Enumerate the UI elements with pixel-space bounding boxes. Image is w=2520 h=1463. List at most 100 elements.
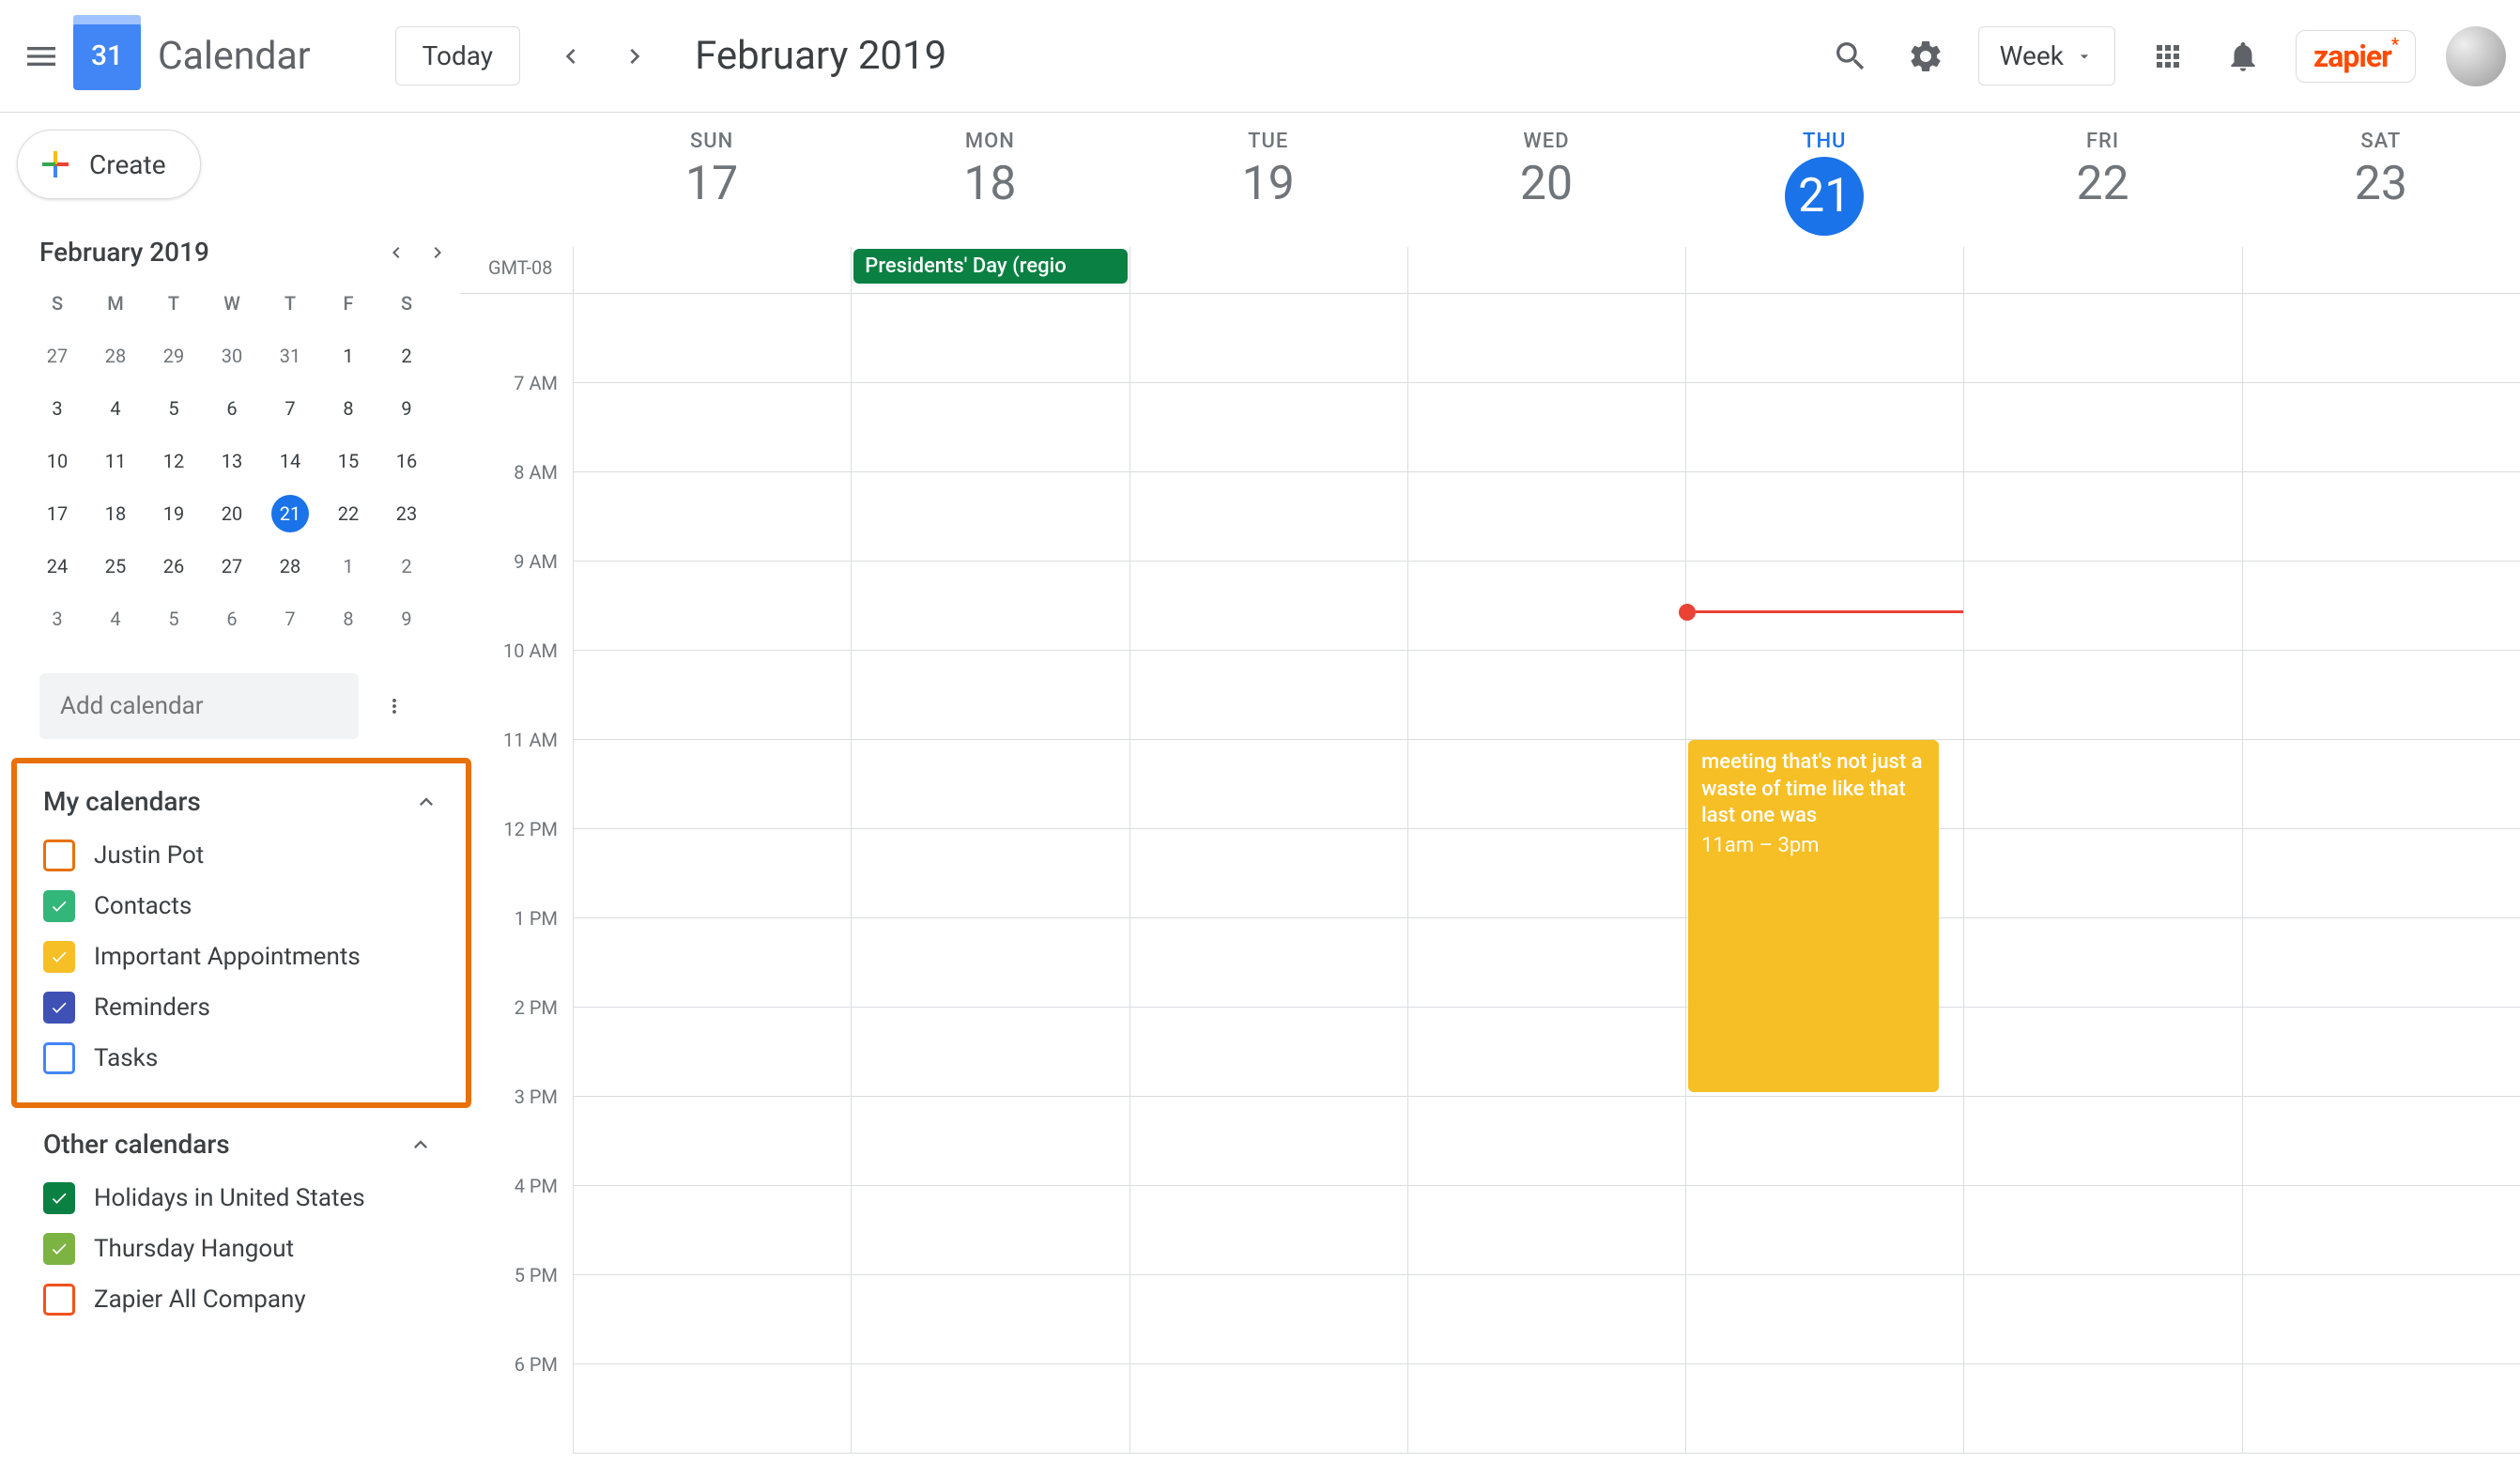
- mini-day[interactable]: 19: [145, 487, 203, 540]
- mini-day[interactable]: 12: [145, 435, 203, 487]
- calendar-item[interactable]: Important Appointments: [17, 932, 466, 982]
- settings-gear-icon[interactable]: [1903, 34, 1948, 79]
- zapier-logo[interactable]: zapier*: [2296, 30, 2416, 83]
- main-menu-icon[interactable]: [19, 34, 64, 79]
- allday-cell[interactable]: [1685, 247, 1963, 293]
- mini-day[interactable]: 16: [377, 435, 436, 487]
- calendar-checkbox[interactable]: [43, 1182, 75, 1214]
- allday-cell[interactable]: [1407, 247, 1685, 293]
- mini-day[interactable]: 9: [377, 593, 436, 645]
- calendar-checkbox[interactable]: [43, 941, 75, 973]
- mini-day[interactable]: 8: [319, 382, 377, 435]
- view-selector[interactable]: Week: [1978, 26, 2115, 85]
- mini-day[interactable]: 17: [28, 487, 86, 540]
- day-header[interactable]: FRI22: [1963, 113, 2241, 247]
- allday-cell[interactable]: [1129, 247, 1407, 293]
- mini-day[interactable]: 25: [86, 540, 145, 593]
- day-column[interactable]: [1129, 294, 1407, 1454]
- notifications-bell-icon[interactable]: [2220, 34, 2266, 79]
- calendar-item[interactable]: Contacts: [17, 881, 466, 932]
- day-header[interactable]: WED20: [1407, 113, 1685, 247]
- calendar-checkbox[interactable]: [43, 1233, 75, 1265]
- mini-day[interactable]: 28: [261, 540, 319, 593]
- mini-day[interactable]: 13: [203, 435, 261, 487]
- account-avatar[interactable]: [2446, 26, 2506, 86]
- allday-cell[interactable]: Presidents' Day (regio: [851, 247, 1129, 293]
- calendar-item[interactable]: Thursday Hangout: [17, 1224, 460, 1274]
- my-calendars-toggle[interactable]: My calendars: [17, 773, 466, 830]
- mini-day[interactable]: 26: [145, 540, 203, 593]
- calendar-checkbox[interactable]: [43, 839, 75, 871]
- add-calendar-input[interactable]: [39, 673, 359, 739]
- allday-event[interactable]: Presidents' Day (regio: [853, 249, 1127, 284]
- mini-day[interactable]: 11: [86, 435, 145, 487]
- mini-day[interactable]: 2: [377, 540, 436, 593]
- day-column[interactable]: [2242, 294, 2520, 1454]
- mini-day[interactable]: 23: [377, 487, 436, 540]
- day-header[interactable]: THU21: [1685, 113, 1963, 247]
- mini-prev-month-icon[interactable]: [385, 241, 407, 264]
- mini-day[interactable]: 30: [203, 330, 261, 382]
- calendar-item[interactable]: Reminders: [17, 982, 466, 1033]
- calendar-checkbox[interactable]: [43, 992, 75, 1024]
- mini-day[interactable]: 15: [319, 435, 377, 487]
- calendar-checkbox[interactable]: [43, 1042, 75, 1074]
- today-button[interactable]: Today: [395, 26, 520, 85]
- allday-cell[interactable]: [1963, 247, 2241, 293]
- mini-day[interactable]: 9: [377, 382, 436, 435]
- mini-day[interactable]: 7: [261, 382, 319, 435]
- calendar-checkbox[interactable]: [43, 890, 75, 922]
- mini-day[interactable]: 5: [145, 382, 203, 435]
- day-column[interactable]: [1963, 294, 2241, 1454]
- mini-day[interactable]: 22: [319, 487, 377, 540]
- apps-grid-icon[interactable]: [2145, 34, 2190, 79]
- mini-day[interactable]: 20: [203, 487, 261, 540]
- mini-day[interactable]: 14: [261, 435, 319, 487]
- mini-day[interactable]: 1: [319, 330, 377, 382]
- calendar-item[interactable]: Holidays in United States: [17, 1173, 460, 1224]
- mini-day[interactable]: 3: [28, 382, 86, 435]
- allday-cell[interactable]: [573, 247, 851, 293]
- day-header[interactable]: MON18: [851, 113, 1129, 247]
- mini-day[interactable]: 27: [203, 540, 261, 593]
- mini-day[interactable]: 24: [28, 540, 86, 593]
- mini-day[interactable]: 18: [86, 487, 145, 540]
- mini-day[interactable]: 29: [145, 330, 203, 382]
- mini-day[interactable]: 27: [28, 330, 86, 382]
- mini-day[interactable]: 1: [319, 540, 377, 593]
- day-column[interactable]: [573, 294, 851, 1454]
- add-calendar-more-icon[interactable]: [374, 685, 415, 727]
- mini-day[interactable]: 6: [203, 593, 261, 645]
- prev-week-icon[interactable]: [548, 34, 593, 79]
- calendar-item[interactable]: Tasks: [17, 1033, 466, 1084]
- create-button[interactable]: Create: [17, 130, 201, 199]
- day-column[interactable]: [1407, 294, 1685, 1454]
- mini-day[interactable]: 7: [261, 593, 319, 645]
- calendar-checkbox[interactable]: [43, 1284, 75, 1316]
- allday-cell[interactable]: [2242, 247, 2520, 293]
- mini-next-month-icon[interactable]: [426, 241, 449, 264]
- search-icon[interactable]: [1828, 34, 1873, 79]
- calendar-item[interactable]: Zapier All Company: [17, 1274, 460, 1325]
- mini-day[interactable]: 8: [319, 593, 377, 645]
- mini-day[interactable]: 21: [271, 495, 309, 532]
- day-header[interactable]: TUE19: [1129, 113, 1407, 247]
- day-column[interactable]: [851, 294, 1129, 1454]
- time-grid-scroll[interactable]: 7 AM8 AM9 AM10 AM11 AM12 PM1 PM2 PM3 PM4…: [460, 294, 2520, 1463]
- mini-day[interactable]: 5: [145, 593, 203, 645]
- mini-day[interactable]: 2: [377, 330, 436, 382]
- mini-day[interactable]: 10: [28, 435, 86, 487]
- mini-day[interactable]: 4: [86, 593, 145, 645]
- day-header[interactable]: SAT23: [2242, 113, 2520, 247]
- mini-day[interactable]: 28: [86, 330, 145, 382]
- other-calendars-toggle[interactable]: Other calendars: [17, 1116, 460, 1173]
- day-header[interactable]: SUN17: [573, 113, 851, 247]
- mini-day[interactable]: 31: [261, 330, 319, 382]
- day-column[interactable]: meeting that's not just a waste of time …: [1685, 294, 1963, 1454]
- mini-day[interactable]: 3: [28, 593, 86, 645]
- mini-day[interactable]: 4: [86, 382, 145, 435]
- calendar-event[interactable]: meeting that's not just a waste of time …: [1688, 740, 1939, 1092]
- next-week-icon[interactable]: [612, 34, 657, 79]
- calendar-item[interactable]: Justin Pot: [17, 830, 466, 881]
- mini-day[interactable]: 6: [203, 382, 261, 435]
